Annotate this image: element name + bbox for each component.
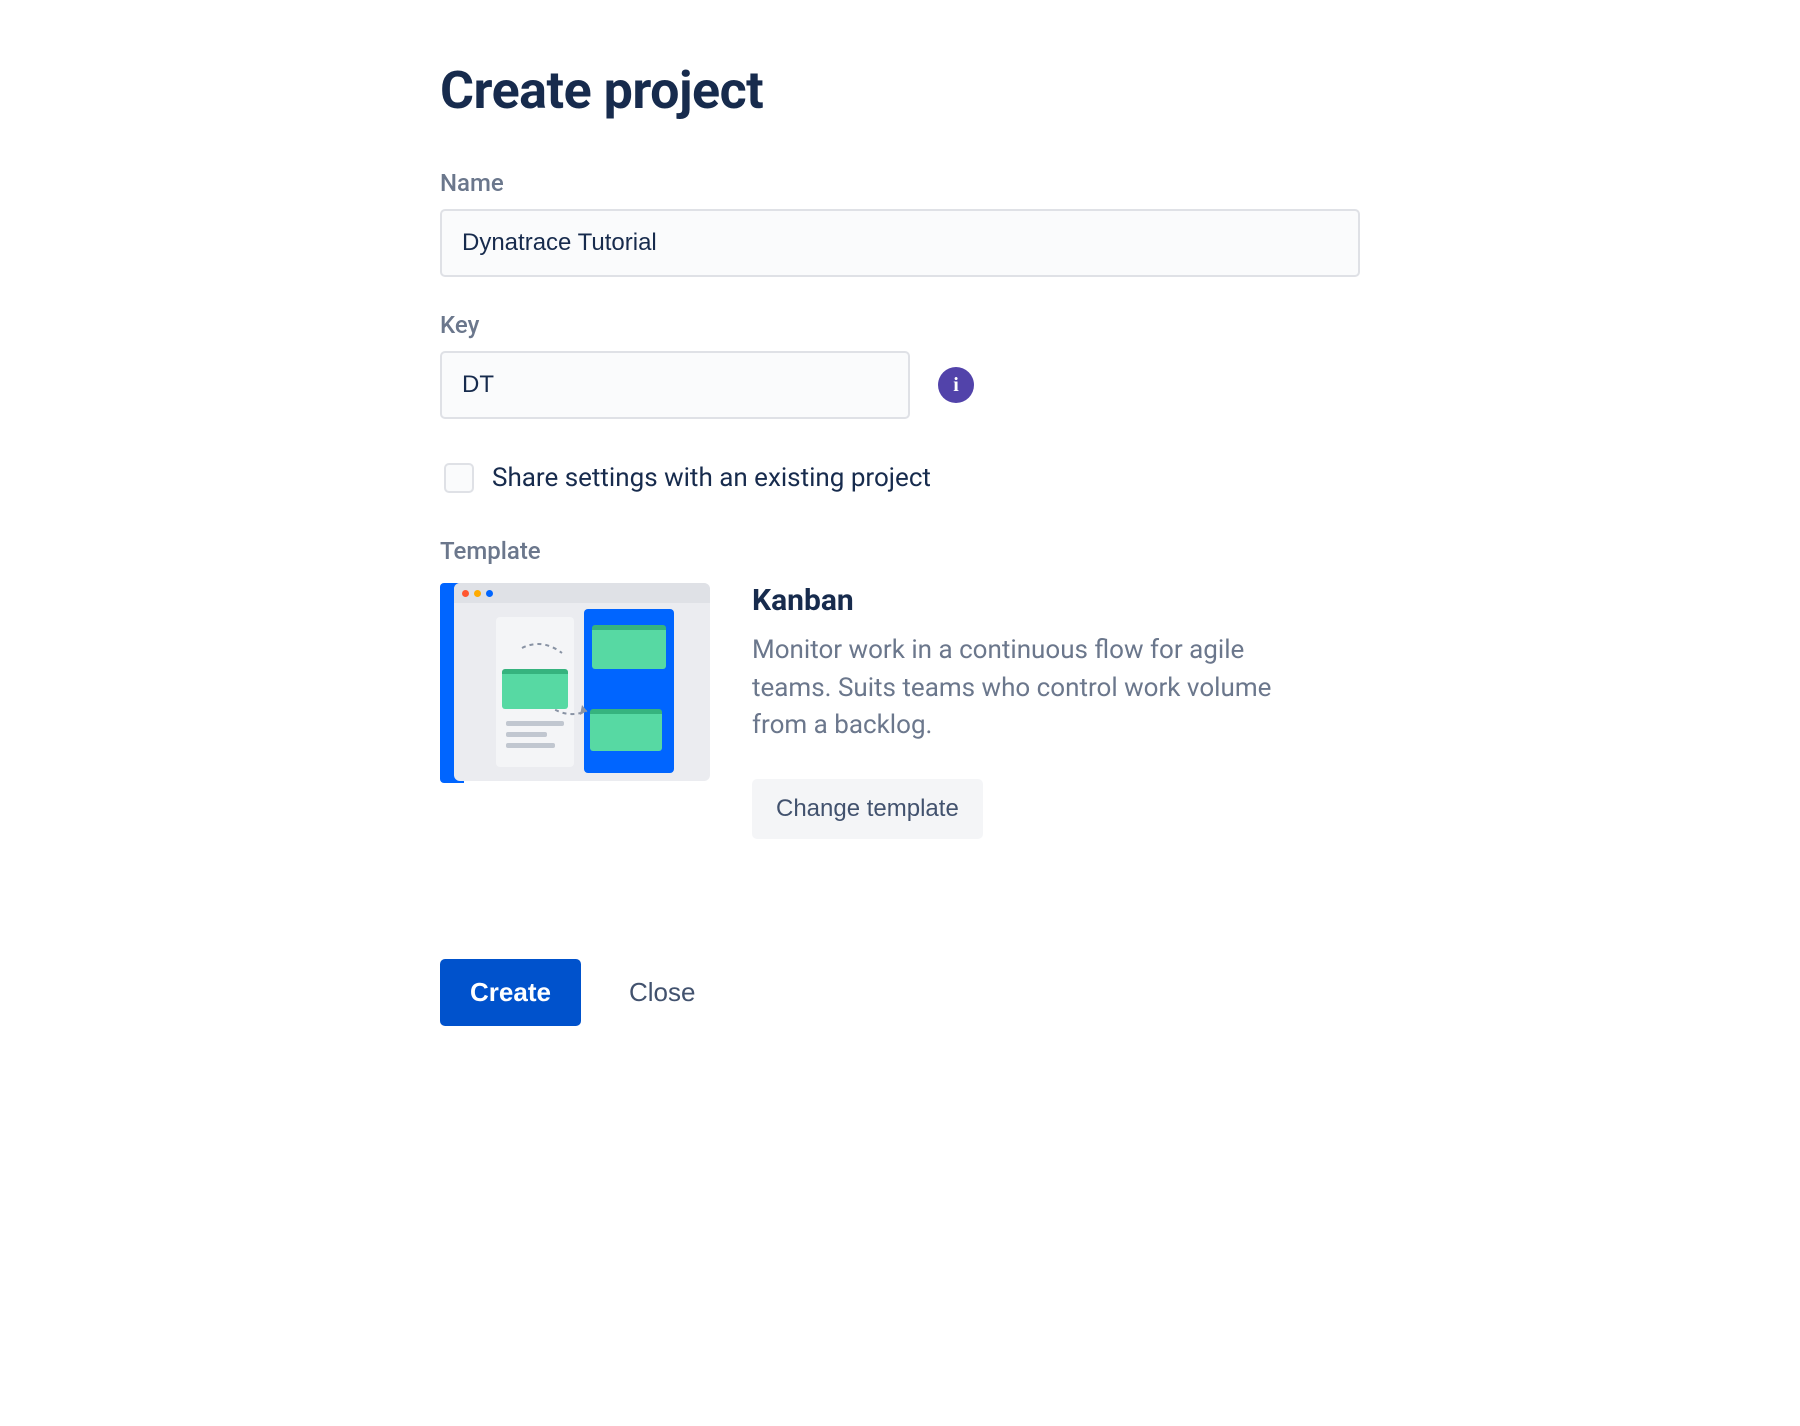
- template-name: Kanban: [752, 583, 1320, 618]
- key-field-group: Key i: [440, 311, 1360, 419]
- name-field-group: Name: [440, 169, 1360, 277]
- template-row: Kanban Monitor work in a continuous flow…: [440, 583, 1360, 839]
- create-button[interactable]: Create: [440, 959, 581, 1026]
- share-settings-checkbox[interactable]: [444, 463, 474, 493]
- template-section-label: Template: [440, 537, 1360, 565]
- key-input[interactable]: [440, 351, 910, 419]
- key-row: i: [440, 351, 1360, 419]
- key-label: Key: [440, 311, 1360, 339]
- template-section: Template: [440, 537, 1360, 839]
- template-description: Monitor work in a continuous flow for ag…: [752, 632, 1320, 745]
- create-project-dialog: Create project Name Key i Share settings…: [440, 60, 1360, 1026]
- info-icon[interactable]: i: [938, 367, 974, 403]
- template-thumbnail: [440, 583, 710, 783]
- page-title: Create project: [440, 60, 1360, 121]
- close-button[interactable]: Close: [629, 977, 695, 1008]
- change-template-button[interactable]: Change template: [752, 779, 983, 839]
- name-input[interactable]: [440, 209, 1360, 277]
- dialog-actions: Create Close: [440, 959, 1360, 1026]
- template-info: Kanban Monitor work in a continuous flow…: [752, 583, 1360, 839]
- share-settings-label[interactable]: Share settings with an existing project: [492, 463, 931, 493]
- share-settings-row: Share settings with an existing project: [444, 463, 1360, 493]
- name-label: Name: [440, 169, 1360, 197]
